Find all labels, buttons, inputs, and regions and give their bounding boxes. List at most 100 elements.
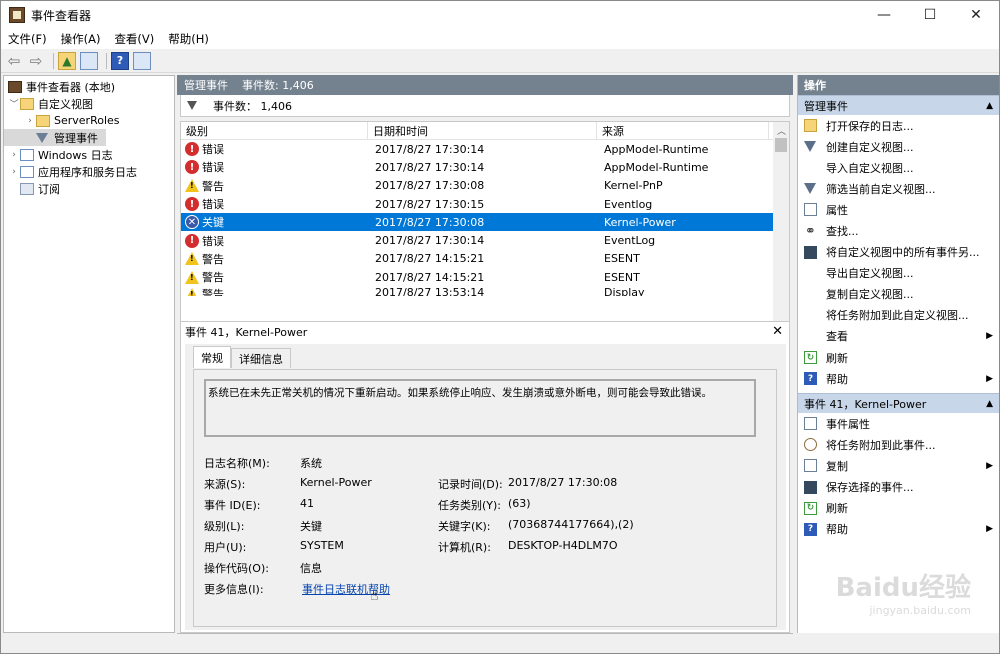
- action-export-custom-view[interactable]: 导出自定义视图...: [798, 263, 999, 284]
- refresh-icon: ↻: [804, 501, 817, 515]
- action-save-all-events-as[interactable]: 将自定义视图中的所有事件另...: [798, 242, 999, 263]
- table-row[interactable]: ! 警告 2017/8/27 17:30:08 Kernel-PnP: [181, 177, 789, 195]
- tree-item-subscriptions[interactable]: 订阅: [4, 180, 174, 197]
- minimize-button[interactable]: —: [861, 1, 907, 29]
- actions-section-event[interactable]: 事件 41，Kernel-Power ▲: [798, 393, 999, 414]
- action-save-selected-events[interactable]: 保存选择的事件...: [798, 477, 999, 498]
- actions-section-admin-events[interactable]: 管理事件 ▲: [798, 95, 999, 115]
- action-import-custom-view[interactable]: 导入自定义视图...: [798, 157, 999, 178]
- action-attach-task-to-view[interactable]: 将任务附加到此自定义视图...: [798, 305, 999, 326]
- action-filter-current-view[interactable]: 筛选当前自定义视图...: [798, 178, 999, 199]
- action-view[interactable]: 查看 ▶: [798, 326, 999, 347]
- scroll-up-icon[interactable]: ︿: [777, 124, 786, 137]
- console-tree: 事件查看器 (本地) ﹀ 自定义视图 › ServerRoles 管理事件 › …: [3, 75, 175, 633]
- tree-item-app-service-logs[interactable]: › 应用程序和服务日志: [4, 163, 174, 180]
- chevron-right-icon[interactable]: ›: [24, 116, 36, 126]
- action-open-saved-log[interactable]: 打开保存的日志...: [798, 115, 999, 136]
- blank-icon: [804, 309, 817, 322]
- computer-value: DESKTOP-H4DLM7O: [508, 539, 618, 552]
- table-row[interactable]: ! 错误 2017/8/27 17:30:14 AppModel-Runtime: [181, 140, 789, 158]
- action-attach-task-to-event[interactable]: 将任务附加到此事件...: [798, 434, 999, 455]
- help-icon: ?: [804, 372, 817, 386]
- show-hide-console-tree-icon[interactable]: [80, 51, 98, 70]
- event-viewer-icon: [8, 80, 22, 93]
- tree-item-root[interactable]: 事件查看器 (本地): [4, 78, 174, 95]
- tree-item-windows-logs[interactable]: › Windows 日志: [4, 146, 174, 163]
- forward-arrow-icon[interactable]: ⇨: [27, 52, 45, 70]
- actions-header: 操作: [798, 75, 999, 95]
- chevron-down-icon[interactable]: ﹀: [8, 97, 20, 110]
- tree-item-custom-views[interactable]: ﹀ 自定义视图: [4, 95, 174, 112]
- properties-icon: [804, 203, 817, 217]
- tree-item-label: 事件查看器 (本地): [26, 80, 116, 94]
- action-create-custom-view[interactable]: 创建自定义视图...: [798, 136, 999, 157]
- row-level: 警告: [202, 252, 224, 266]
- actions-pane: 操作 管理事件 ▲ 打开保存的日志... 创建自定义视图... 导入自定义视图.…: [797, 75, 999, 633]
- blank-icon: [804, 330, 817, 343]
- action-refresh-event[interactable]: ↻ 刷新: [798, 498, 999, 519]
- action-label: 复制: [826, 459, 848, 473]
- column-header-level[interactable]: 级别: [181, 122, 368, 139]
- close-icon[interactable]: ✕: [772, 324, 783, 339]
- more-info-label: 更多信息(I):: [204, 583, 264, 596]
- action-label: 导入自定义视图...: [826, 161, 914, 175]
- help-icon[interactable]: ?: [111, 51, 129, 70]
- keywords-value: (70368744177664),(2): [508, 518, 634, 531]
- close-button[interactable]: ✕: [953, 1, 999, 29]
- tree-item-admin-events[interactable]: 管理事件: [4, 129, 106, 146]
- collapse-icon[interactable]: ▲: [986, 101, 993, 111]
- table-row[interactable]: ! 警告 2017/8/27 14:15:21 ESENT: [181, 268, 789, 286]
- up-folder-icon[interactable]: ▲: [58, 51, 76, 70]
- action-find[interactable]: ⚭ 查找...: [798, 220, 999, 241]
- collapse-icon[interactable]: ▲: [986, 399, 993, 409]
- section-title: 事件 41，Kernel-Power: [804, 397, 927, 411]
- general-tab-pane: 系统已在未先正常关机的情况下重新启动。如果系统停止响应、发生崩溃或意外断电，则可…: [193, 369, 777, 627]
- table-row[interactable]: ! 警告 2017/8/27 14:15:21 ESENT: [181, 250, 789, 268]
- action-copy[interactable]: 复制 ▶: [798, 455, 999, 476]
- vertical-scrollbar[interactable]: ︿: [773, 122, 789, 332]
- window-controls: — ☐ ✕: [861, 1, 999, 29]
- action-copy-custom-view[interactable]: 复制自定义视图...: [798, 284, 999, 305]
- action-event-properties[interactable]: 事件属性: [798, 413, 999, 434]
- menu-view[interactable]: 查看(V): [107, 31, 161, 47]
- chevron-right-icon[interactable]: ›: [8, 167, 20, 177]
- tree-item-server-roles[interactable]: › ServerRoles: [4, 112, 174, 129]
- row-datetime: 2017/8/27 14:15:21: [375, 252, 485, 266]
- action-help-event[interactable]: ? 帮助 ▶: [798, 519, 999, 540]
- tab-general[interactable]: 常规: [193, 346, 231, 368]
- scroll-thumb[interactable]: [775, 138, 787, 152]
- toolbar: ⇦ ⇨ ▲ ?: [1, 49, 999, 73]
- action-properties[interactable]: 属性: [798, 199, 999, 220]
- column-header-source[interactable]: 来源: [597, 122, 769, 139]
- filter-count: 事件数： 1,406: [213, 99, 292, 113]
- refresh-icon: ↻: [804, 351, 817, 365]
- error-icon: !: [185, 160, 199, 175]
- folder-icon: [20, 97, 34, 110]
- table-row-selected[interactable]: ✕ 关键 2017/8/27 17:30:08 Kernel-Power: [181, 213, 775, 232]
- action-help[interactable]: ? 帮助 ▶: [798, 368, 999, 389]
- maximize-button[interactable]: ☐: [907, 1, 953, 29]
- action-refresh[interactable]: ↻ 刷新: [798, 347, 999, 368]
- show-hide-action-pane-icon[interactable]: [133, 51, 151, 70]
- menu-action[interactable]: 操作(A): [54, 31, 108, 47]
- table-row[interactable]: ! 警告 2017/8/27 13:53:14 Display: [181, 286, 789, 297]
- tab-details[interactable]: 详细信息: [231, 348, 291, 368]
- details-body: 常规 详细信息 系统已在未先正常关机的情况下重新启动。如果系统停止响应、发生崩溃…: [185, 344, 786, 630]
- tree-item-label: Windows 日志: [38, 148, 113, 162]
- table-row[interactable]: ! 错误 2017/8/27 17:30:14 EventLog: [181, 231, 789, 249]
- menu-help[interactable]: 帮助(H): [161, 31, 216, 47]
- column-header-datetime[interactable]: 日期和时间: [368, 122, 597, 139]
- action-label: 保存选择的事件...: [826, 481, 914, 495]
- menu-file[interactable]: 文件(F): [1, 31, 54, 47]
- row-source: Eventlog: [604, 197, 653, 211]
- table-row[interactable]: ! 错误 2017/8/27 17:30:15 Eventlog: [181, 195, 789, 213]
- chevron-right-icon[interactable]: ›: [8, 150, 20, 160]
- open-folder-icon: [804, 119, 817, 133]
- blank-icon: [804, 267, 817, 280]
- event-count: 事件数: 1,406: [242, 79, 314, 92]
- back-arrow-icon[interactable]: ⇦: [5, 52, 23, 70]
- table-row[interactable]: ! 错误 2017/8/27 17:30:14 AppModel-Runtime: [181, 158, 789, 176]
- baidu-watermark: Baidu经验 jingyan.baidu.com: [836, 567, 971, 617]
- view-name: 管理事件: [184, 79, 228, 92]
- tree-item-label: 应用程序和服务日志: [38, 165, 137, 179]
